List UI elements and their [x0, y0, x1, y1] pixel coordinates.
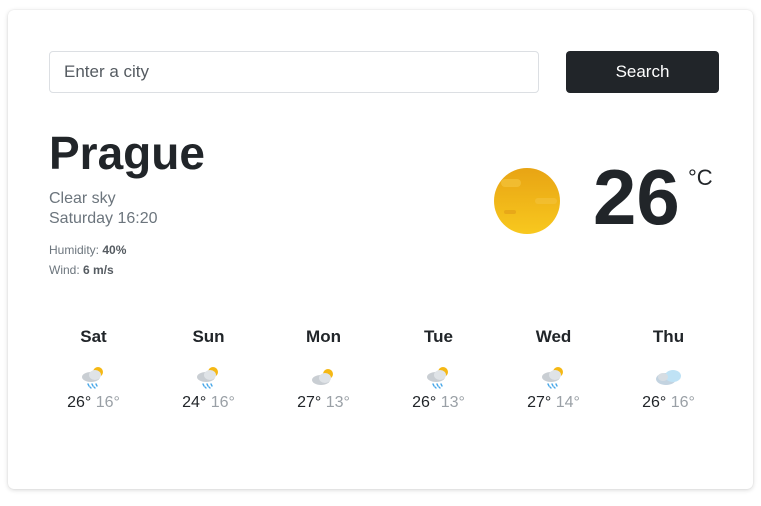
forecast-min-temp: 13°	[325, 394, 350, 411]
forecast-min-temp: 16°	[670, 394, 695, 411]
forecast-day: Thu 26° 16°	[611, 326, 726, 436]
partly-cloudy-rain-icon	[541, 367, 563, 389]
forecast-temps: 26° 16°	[611, 393, 726, 413]
partly-cloudy-rain-icon	[81, 367, 103, 389]
temperature-unit: °C	[688, 165, 713, 190]
weather-card: Search Prague Clear sky Saturday 16:20 H…	[8, 10, 753, 489]
forecast-day: Sun 24° 16°	[151, 326, 266, 436]
wind-value: 6 m/s	[83, 263, 114, 277]
forecast-temps: 24° 16°	[151, 393, 266, 413]
forecast-day-name: Thu	[652, 327, 685, 346]
forecast-day: Tue 26° 13°	[381, 326, 496, 436]
wind-label: Wind:	[49, 263, 80, 277]
forecast-max-temp: 26°	[67, 394, 92, 411]
forecast-temps: 26° 13°	[381, 393, 496, 413]
forecast-day-name: Mon	[306, 327, 341, 346]
forecast-max-temp: 24°	[182, 394, 207, 411]
humidity-metric: Humidity: 40%	[49, 242, 126, 258]
forecast-day-name: Sun	[192, 327, 225, 346]
city-name: Prague	[49, 127, 205, 179]
current-temperature: 26	[593, 153, 680, 241]
forecast-min-temp: 16°	[210, 394, 235, 411]
forecast-day: Sat 26° 16°	[36, 326, 151, 436]
forecast-day-name: Tue	[424, 327, 453, 346]
forecast-list: Sat 26° 16° Sun 24° 16° Mon 27° 13° Tue …	[36, 326, 726, 436]
partly-cloudy-rain-icon	[196, 367, 218, 389]
forecast-temps: 27° 13°	[266, 393, 381, 413]
partly-cloudy-icon	[311, 369, 333, 385]
sun-icon	[494, 168, 560, 234]
partly-cloudy-rain-icon	[426, 367, 448, 389]
forecast-max-temp: 26°	[642, 394, 667, 411]
humidity-value: 40%	[102, 243, 127, 257]
forecast-max-temp: 27°	[527, 394, 552, 411]
forecast-min-temp: 13°	[440, 394, 465, 411]
wind-metric: Wind: 6 m/s	[49, 262, 114, 278]
search-input[interactable]	[49, 51, 539, 93]
current-datetime: Saturday 16:20	[49, 210, 158, 227]
cloud-icon	[655, 370, 681, 385]
forecast-day-name: Wed	[535, 327, 572, 346]
forecast-max-temp: 26°	[412, 394, 437, 411]
weather-description: Clear sky	[49, 190, 116, 207]
forecast-day-name: Sat	[80, 327, 107, 346]
search-button[interactable]: Search	[566, 51, 719, 93]
forecast-min-temp: 14°	[555, 394, 580, 411]
forecast-temps: 26° 16°	[36, 393, 151, 413]
forecast-temps: 27° 14°	[496, 393, 611, 413]
forecast-day: Mon 27° 13°	[266, 326, 381, 436]
humidity-label: Humidity:	[49, 243, 100, 257]
forecast-day: Wed 27° 14°	[496, 326, 611, 436]
forecast-max-temp: 27°	[297, 394, 322, 411]
forecast-min-temp: 16°	[95, 394, 120, 411]
